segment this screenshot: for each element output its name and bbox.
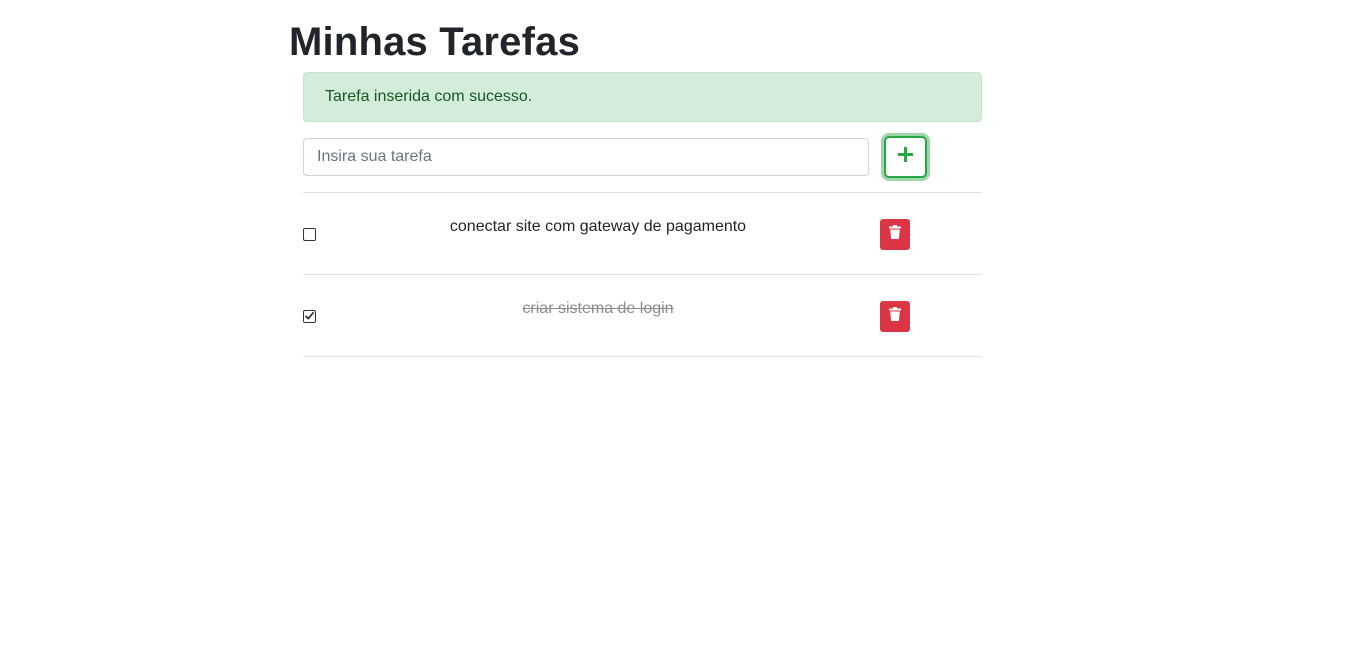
trash-icon [889, 225, 901, 244]
add-task-button[interactable] [884, 136, 927, 178]
add-task-form [303, 122, 982, 192]
task-row: conectar site com gateway de pagamento [303, 193, 982, 275]
success-alert: Tarefa inserida com sucesso. [303, 72, 982, 122]
trash-icon [889, 307, 901, 326]
task-checkbox[interactable] [303, 228, 316, 241]
todo-container: Tarefa inserida com sucesso. conectar si… [303, 72, 982, 357]
page-title: Minhas Tarefas [289, 20, 581, 64]
delete-task-button[interactable] [880, 219, 910, 250]
delete-task-button[interactable] [880, 301, 910, 332]
task-input[interactable] [303, 138, 869, 176]
alert-message: Tarefa inserida com sucesso. [325, 88, 533, 105]
plus-icon [898, 147, 913, 167]
task-row: criar sistema de login [303, 275, 982, 357]
task-checkbox-checked[interactable] [303, 310, 316, 323]
task-text-completed: criar sistema de login [522, 300, 674, 317]
check-icon [304, 308, 315, 326]
task-text: conectar site com gateway de pagamento [449, 218, 747, 235]
